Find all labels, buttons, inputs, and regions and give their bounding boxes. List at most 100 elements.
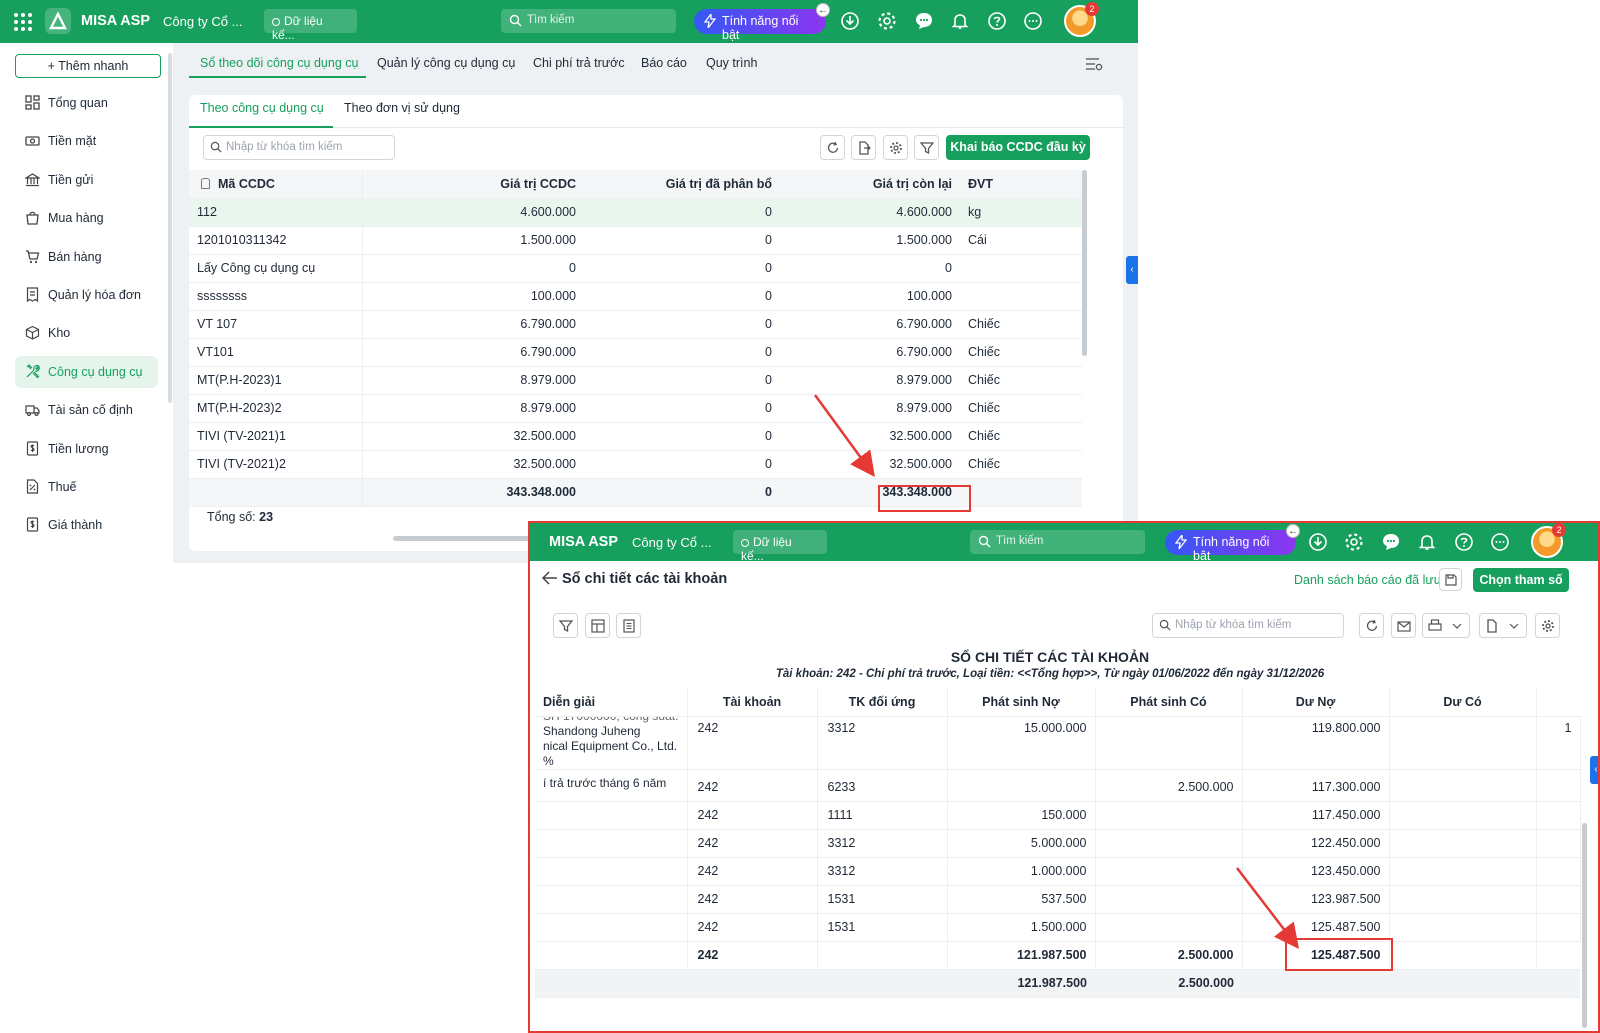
column-header[interactable]: Dư Nợ	[1242, 688, 1390, 717]
column-header[interactable]: Tài khoản	[687, 688, 818, 717]
back-arrow-icon[interactable]	[542, 571, 558, 585]
company-name[interactable]: Công ty Cổ ...	[632, 535, 711, 550]
tab-reports[interactable]: Báo cáo	[641, 56, 687, 70]
side-panel-toggle[interactable]: ‹	[1590, 756, 1598, 784]
column-header-unit[interactable]: ĐVT	[960, 170, 1082, 199]
column-settings-icon[interactable]	[1085, 56, 1103, 72]
download-icon[interactable]	[1308, 532, 1328, 552]
tab-prepaid-expenses[interactable]: Chi phí trả trước	[533, 56, 625, 70]
user-avatar[interactable]: 2	[1064, 2, 1099, 37]
sidebar-item-8[interactable]: Công cụ dụng cụ	[15, 355, 158, 388]
email-button[interactable]	[1391, 613, 1416, 638]
table-row[interactable]: VT101 6.790.000 0 6.790.000 Chiếc	[189, 338, 1082, 367]
sidebar-item-9[interactable]: Tài sản cố định	[15, 394, 158, 426]
sidebar-item-7[interactable]: Kho	[15, 317, 158, 349]
featured-button[interactable]: Tính năng nổi bật ←	[1165, 524, 1300, 563]
sidebar-item-10[interactable]: Tiền lương	[15, 433, 158, 465]
app-grid-icon[interactable]	[14, 13, 32, 31]
column-header[interactable]: Dư Có	[1389, 688, 1537, 717]
table-row[interactable]: MT(P.H-2023)1 8.979.000 0 8.979.000 Chiếc	[189, 366, 1082, 395]
table-view-button[interactable]	[585, 613, 610, 638]
settings-icon[interactable]	[877, 11, 897, 31]
bell-icon[interactable]	[950, 11, 970, 31]
tool-search-input[interactable]: Nhập từ khóa tìm kiếm	[203, 135, 395, 160]
quick-add-button[interactable]: + Thêm nhanh	[15, 54, 161, 78]
data-selector[interactable]: Dữ liệu kế...	[264, 9, 357, 42]
global-search-input[interactable]: Tìm kiếm	[970, 530, 1145, 554]
data-selector[interactable]: Dữ liệu kế...	[733, 530, 827, 563]
table-row[interactable]: Lấy Công cụ dụng cụ 0 0 0	[189, 254, 1082, 283]
back-arrow-icon[interactable]: ←	[1286, 524, 1300, 538]
choose-params-button[interactable]: Chọn tham số	[1473, 568, 1569, 592]
refresh-button[interactable]	[820, 135, 845, 160]
chat-icon[interactable]	[914, 11, 934, 31]
report-vertical-scrollbar[interactable]	[1582, 823, 1587, 1028]
sidebar-scrollbar[interactable]	[168, 53, 172, 403]
help-icon[interactable]	[987, 11, 1007, 31]
table-horizontal-scrollbar[interactable]	[393, 536, 533, 541]
column-header[interactable]: Phát sinh Nợ	[947, 688, 1096, 717]
column-header-value[interactable]: Giá trị CCDC	[362, 170, 584, 199]
settings-icon[interactable]	[1344, 532, 1364, 552]
sidebar-item-2[interactable]: Tiền mặt	[15, 125, 158, 157]
settings-button[interactable]	[1535, 613, 1560, 638]
subtab-by-unit[interactable]: Theo đơn vị sử dụng	[344, 101, 460, 115]
subtab-by-tool[interactable]: Theo công cụ dụng cụ	[200, 101, 324, 115]
refresh-button[interactable]	[1359, 613, 1384, 638]
featured-button[interactable]: Tính năng nổi bật ←	[694, 3, 830, 42]
pin-icon[interactable]	[201, 177, 210, 189]
table-row[interactable]: 242 3312 1.000.000 123.450.000	[535, 857, 1581, 886]
table-row[interactable]: TIVI (TV-2021)2 32.500.000 0 32.500.000 Chiế…	[189, 450, 1082, 479]
export-button[interactable]	[851, 135, 876, 160]
company-name[interactable]: Công ty Cổ ...	[163, 14, 242, 29]
document-view-button[interactable]	[616, 613, 641, 638]
chat-icon[interactable]	[1381, 532, 1401, 552]
help-icon[interactable]	[1454, 532, 1474, 552]
table-row[interactable]: ssssssss 100.000 0 100.000	[189, 282, 1082, 311]
table-row[interactable]: MT(P.H-2023)2 8.979.000 0 8.979.000 Chiếc	[189, 394, 1082, 423]
sidebar-item-6[interactable]: Quản lý hóa đơn	[15, 279, 158, 311]
table-row[interactable]: 242 1111 150.000 117.450.000	[535, 801, 1581, 830]
table-row[interactable]: SH 17000000, công suất.Shandong Juhengni…	[535, 716, 1581, 770]
column-header-remaining[interactable]: Giá trị còn lại	[780, 170, 960, 199]
save-report-button[interactable]	[1439, 568, 1462, 591]
sidebar-item-11[interactable]: Thuế	[15, 471, 158, 503]
table-vertical-scrollbar[interactable]	[1082, 170, 1087, 356]
table-row[interactable]: 242 1531 537.500 123.987.500	[535, 885, 1581, 914]
filter-button[interactable]	[553, 613, 578, 638]
print-button[interactable]	[1422, 613, 1470, 638]
table-row[interactable]: 1201010311342 1.500.000 0 1.500.000 Cái	[189, 226, 1082, 255]
back-arrow-icon[interactable]: ←	[816, 3, 830, 17]
sidebar-item-5[interactable]: Bán hàng	[15, 241, 158, 273]
report-search-input[interactable]: Nhập từ khóa tìm kiếm	[1152, 613, 1344, 638]
column-header[interactable]: Diễn giải	[535, 688, 688, 717]
column-header-allocated[interactable]: Giá trị đã phân bổ	[584, 170, 780, 199]
more-icon[interactable]	[1490, 532, 1510, 552]
side-panel-toggle[interactable]: ‹	[1126, 256, 1138, 284]
table-row[interactable]: í trả trước tháng 6 năm 242 6233 2.500.000 1…	[535, 769, 1581, 802]
settings-button[interactable]	[883, 135, 908, 160]
tab-process[interactable]: Quy trình	[706, 56, 757, 70]
sidebar-item-1[interactable]: Tổng quan	[15, 87, 158, 119]
tab-tools-management[interactable]: Quản lý công cụ dụng cụ	[377, 56, 515, 70]
table-row[interactable]: 242 1531 1.500.000 125.487.500	[535, 913, 1581, 942]
user-avatar[interactable]: 2	[1531, 523, 1566, 558]
saved-reports-link[interactable]: Danh sách báo cáo đã lưu	[1294, 573, 1441, 587]
sidebar-item-12[interactable]: Giá thành	[15, 509, 158, 541]
table-row[interactable]: 242 3312 5.000.000 122.450.000	[535, 829, 1581, 858]
table-row[interactable]: 112 4.600.000 0 4.600.000 kg	[189, 198, 1082, 227]
declare-opening-tools-button[interactable]: Khai báo CCDC đầu kỳ	[946, 135, 1090, 160]
sidebar-item-3[interactable]: Tiền gửi	[15, 164, 158, 196]
download-icon[interactable]	[840, 11, 860, 31]
global-search-input[interactable]: Tìm kiếm	[501, 9, 676, 33]
tab-tools-ledger[interactable]: Sổ theo dõi công cụ dụng cụ	[200, 56, 358, 70]
bell-icon[interactable]	[1417, 532, 1437, 552]
table-row[interactable]: VT 107 6.790.000 0 6.790.000 Chiếc	[189, 310, 1082, 339]
table-row[interactable]: TIVI (TV-2021)1 32.500.000 0 32.500.000 Chiế…	[189, 422, 1082, 451]
column-header-code[interactable]: Mã CCDC	[189, 170, 363, 199]
filter-button[interactable]	[914, 135, 939, 160]
column-header[interactable]: TK đối ứng	[817, 688, 948, 717]
column-header[interactable]: Phát sinh Có	[1095, 688, 1243, 717]
sidebar-item-4[interactable]: Mua hàng	[15, 202, 158, 234]
more-icon[interactable]	[1023, 11, 1043, 31]
